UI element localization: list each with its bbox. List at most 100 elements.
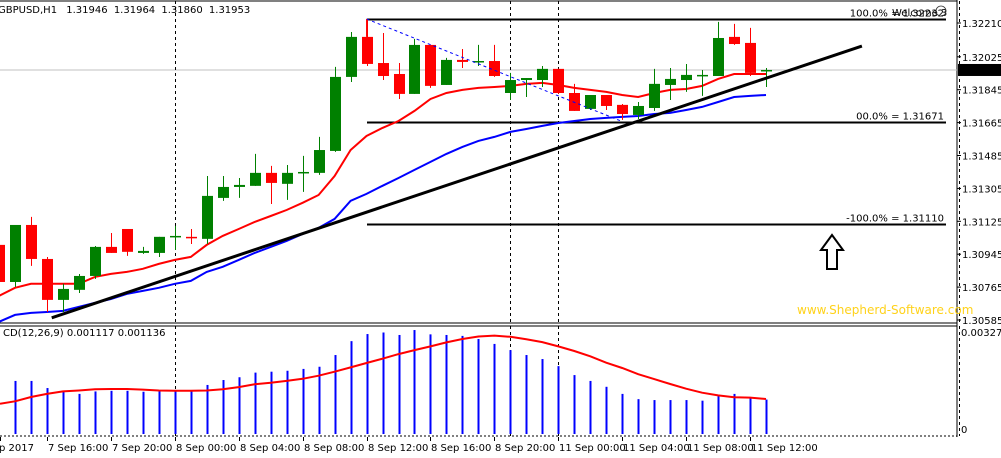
price-tick-label: 1.32210: [962, 19, 1001, 30]
slow-moving-average: [0, 94, 767, 323]
close-value: 1.31953: [209, 5, 250, 16]
bearish-candle: [42, 256, 53, 312]
candle-body: [282, 172, 293, 184]
candle-body: [346, 36, 357, 77]
bearish-candle: [378, 33, 389, 81]
candle-body: [250, 172, 261, 186]
candle-body: [42, 258, 53, 300]
bearish-candle: [425, 44, 436, 88]
bullish-candle: [346, 31, 357, 83]
watermark: www.Shepherd-Software.com: [797, 303, 973, 317]
current-price-label: 1.31953: [961, 66, 1001, 77]
candle-body: [441, 59, 452, 85]
arrow-up-icon[interactable]: [819, 233, 845, 270]
symbol-header: GBPUSD,H1 1.31946 1.31964 1.31860 1.3195…: [0, 5, 250, 16]
bullish-candle: [202, 175, 213, 244]
period-separators: [175, 1, 960, 436]
bullish-candle: [314, 136, 325, 175]
bullish-candle: [697, 69, 708, 96]
candle-body: [138, 250, 149, 253]
candle-body: [729, 36, 740, 45]
price-tick-label: 1.31125: [962, 217, 1001, 228]
time-tick-label: 8 Sep 12:00: [368, 443, 428, 454]
bullish-candle: [10, 224, 21, 287]
candle-body: [394, 73, 405, 94]
price-tick-label: 1.31845: [962, 86, 1001, 97]
candle-body: [665, 78, 676, 85]
bearish-candle: [729, 23, 740, 45]
price-tick-label: 1.30585: [962, 316, 1001, 327]
drawn-lines[interactable]: [51, 18, 863, 320]
bullish-candle: [441, 57, 452, 85]
time-tick-label: 8 Sep 08:00: [304, 443, 364, 454]
high-value: 1.31964: [114, 5, 155, 16]
low-value: 1.31860: [161, 5, 202, 16]
candle-body: [761, 69, 772, 72]
welcome-label: Welcome 3: [892, 8, 947, 19]
candle-body: [681, 74, 692, 81]
bearish-candle: [457, 48, 468, 68]
candle-body: [26, 224, 37, 259]
moving-averages: [0, 73, 767, 323]
macd-zero-label: 0: [961, 425, 967, 436]
macd-label: CD(12,26,9) 0.001117 0.001136: [3, 328, 165, 339]
macd-max-label: 0.003274: [961, 328, 1001, 339]
bearish-candle: [266, 165, 277, 204]
candle-body: [633, 105, 644, 115]
candle-body: [266, 172, 277, 183]
bearish-candle: [394, 63, 405, 100]
candle-body: [521, 78, 532, 81]
bullish-candle: [665, 67, 676, 100]
bullish-candle: [218, 175, 229, 201]
candle-body: [409, 44, 420, 94]
bearish-candle: [553, 68, 564, 94]
candle-body: [649, 83, 660, 108]
axes: 1.32210 1.32025 1.31845 1.31665 1.31485 1.313…: [0, 19, 1001, 454]
candle-body: [457, 59, 468, 62]
time-tick-label: 8 Sep 04:00: [240, 443, 300, 454]
time-tick-label: 11 Sep 08:00: [687, 443, 754, 454]
time-tick-label: 8 Sep 16:00: [431, 443, 491, 454]
price-tick-label: 1.32025: [962, 53, 1001, 64]
time-tick-label: 11 Sep 04:00: [623, 443, 690, 454]
candle-body: [378, 63, 389, 77]
candle-body: [330, 76, 341, 151]
candle-body: [58, 288, 69, 300]
candle-body: [90, 246, 101, 276]
candle-body: [713, 37, 724, 77]
candle-body: [362, 36, 373, 64]
candles: [0, 18, 772, 312]
macd-signal-line-start: [0, 400, 16, 405]
bearish-candle: [745, 27, 756, 77]
bearish-candle: [122, 228, 133, 256]
bullish-candle: [250, 153, 261, 186]
time-tick-label: 8 Sep 20:00: [495, 443, 555, 454]
bearish-candle: [106, 233, 117, 253]
candle-body: [10, 224, 21, 282]
bullish-candle: [505, 72, 516, 100]
candle-body: [425, 44, 436, 86]
bearish-candle: [186, 228, 197, 244]
time-tick-label: 11 Sep 12:00: [751, 443, 818, 454]
open-value: 1.31946: [66, 5, 107, 16]
bearish-candle: [26, 216, 37, 266]
candle-body: [186, 236, 197, 239]
bullish-candle: [298, 155, 309, 192]
price-tick-label: 1.31485: [962, 152, 1001, 163]
bearish-candle: [362, 18, 373, 66]
macd-panel: [0, 330, 768, 434]
candle-body: [74, 275, 85, 290]
candle-body: [218, 186, 229, 198]
bullish-candle: [58, 283, 69, 312]
bullish-candle: [90, 245, 101, 279]
candle-body: [697, 74, 708, 77]
candle-body: [505, 80, 516, 94]
bullish-candle: [521, 78, 532, 98]
symbol-label: GBPUSD,H1: [0, 5, 57, 16]
candle-body: [553, 68, 564, 94]
trading-chart[interactable]: 100.0% = 1.3223200.0% = 1.31671-100.0% =…: [0, 0, 1001, 458]
price-tick-label: 1.31305: [962, 184, 1001, 195]
trendline[interactable]: [51, 44, 863, 320]
bullish-candle: [649, 68, 660, 111]
bearish-candle: [489, 44, 500, 77]
